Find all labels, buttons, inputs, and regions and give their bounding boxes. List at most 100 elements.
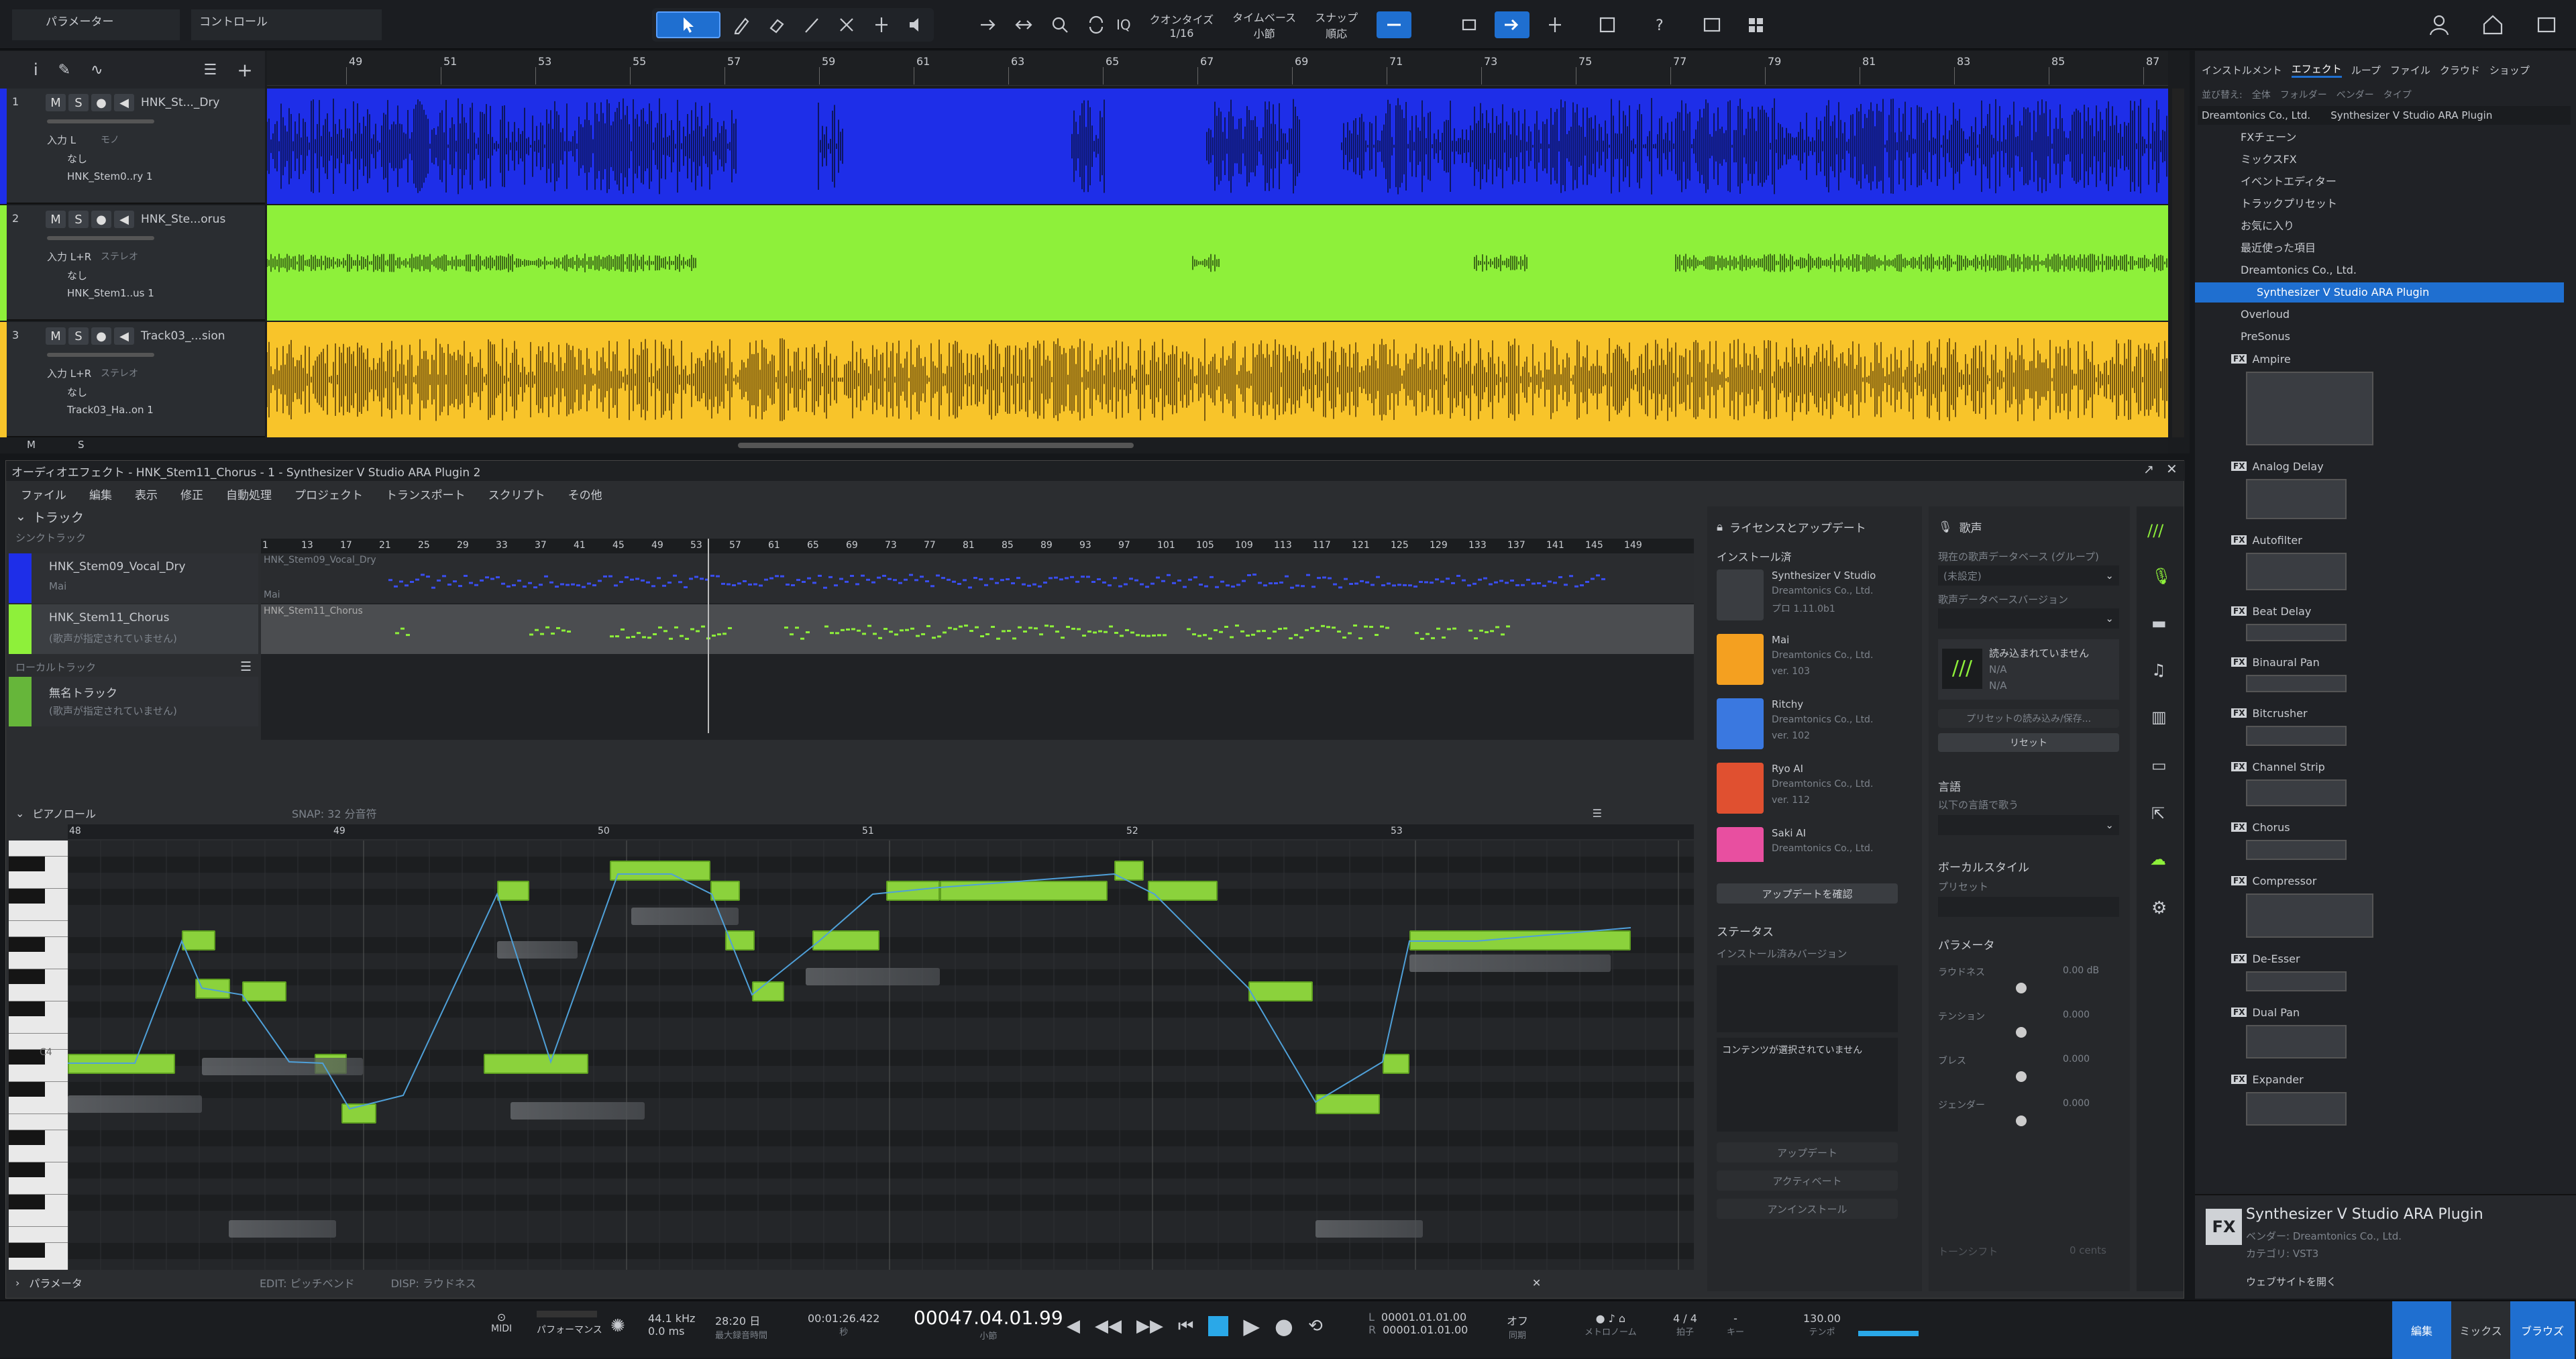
solo-button[interactable]: S <box>68 327 89 345</box>
uninstall-button[interactable]: アンインストール <box>1717 1199 1898 1219</box>
track-header-3[interactable]: 3 M S ● ◀ Track03_...sion 入力 L+R ステレオ なし Track03_… <box>0 322 265 437</box>
rewind-icon[interactable]: ◀◀ <box>1095 1316 1122 1336</box>
fx-item[interactable]: FX Channel Strip <box>2231 757 2325 777</box>
wrench-icon[interactable]: ✎ <box>58 62 70 78</box>
pencil-tool-button[interactable] <box>729 11 755 38</box>
grid-button[interactable] <box>1593 11 1622 38</box>
fx-item[interactable]: FX Chorus <box>2231 817 2290 837</box>
browser-tab[interactable]: インストルメント <box>2202 63 2282 77</box>
snap-select[interactable]: スナップ 順応 <box>1315 9 1358 41</box>
black-key[interactable] <box>9 1243 45 1258</box>
fx-item[interactable]: FX Dual Pan <box>2231 1002 2300 1022</box>
mix-page-tab[interactable]: ミックス <box>2451 1301 2510 1359</box>
plugin-menu-item[interactable]: スクリプト <box>488 486 545 502</box>
plugin-menu-item[interactable]: 編集 <box>89 486 112 502</box>
play-button[interactable]: ▶ <box>1243 1313 1260 1339</box>
browser-tree-item[interactable]: トラックプリセット <box>2195 194 2564 214</box>
white-key[interactable] <box>9 921 68 937</box>
quantize-select[interactable]: クオンタイズ 1/16 <box>1150 11 1214 40</box>
voice-item[interactable]: Mai Dreamtonics Co., Ltd. ver. 103 <box>1717 631 1911 693</box>
white-key[interactable] <box>9 1179 68 1195</box>
browser-tree-item[interactable]: Dreamtonics Co., Ltd. <box>2195 260 2564 280</box>
key-display[interactable]: - キー <box>1727 1312 1744 1338</box>
export-sidebar-icon[interactable]: ⇱ <box>2151 804 2165 823</box>
piano-collapse-icon[interactable]: ⌄ <box>15 807 24 820</box>
browser-tree-item[interactable]: Synthesizer V Studio ARA Plugin <box>2195 282 2564 303</box>
slider-knob[interactable] <box>2016 1116 2027 1126</box>
track-lane-3[interactable] <box>267 322 2168 437</box>
sync-track-2[interactable]: HNK_Stem11_Chorus (歌声が指定されていません) <box>9 604 258 654</box>
browser-tree-item[interactable]: PreSonus <box>2195 327 2564 347</box>
plugin-menu-item[interactable]: その他 <box>568 486 602 502</box>
gear-sidebar-icon[interactable]: ⚙ <box>2151 898 2167 918</box>
slider-knob[interactable] <box>2016 1027 2027 1038</box>
mute-button[interactable]: M <box>46 211 66 228</box>
zoom-tool-button[interactable] <box>1046 11 1073 38</box>
seconds-display[interactable]: 00:01:26.422 秒 <box>808 1312 879 1338</box>
voice-item[interactable]: Synthesizer V Studio Dreamtonics Co., Ltd… <box>1717 567 1911 629</box>
mute-button[interactable]: M <box>46 327 66 345</box>
browser-sort-item[interactable]: フォルダー <box>2280 88 2327 101</box>
window-button[interactable] <box>2533 11 2560 38</box>
send-label[interactable]: なし <box>67 152 87 166</box>
piano-keyboard[interactable] <box>9 840 68 1270</box>
track-name[interactable]: Track03_...sion <box>141 329 225 343</box>
layout-button[interactable] <box>1737 11 1775 38</box>
vertical-scrollbar[interactable] <box>2172 89 2184 437</box>
record-arm-button[interactable]: ● <box>91 327 111 345</box>
black-key[interactable] <box>9 1195 45 1209</box>
library-sidebar-icon[interactable]: ▥ <box>2151 708 2167 726</box>
monitor-button[interactable]: ◀ <box>114 211 134 228</box>
paint-tool-button[interactable] <box>798 11 825 38</box>
monitor-button[interactable]: ◀ <box>114 94 134 111</box>
output-label[interactable]: HNK_Stem0..ry 1 <box>67 170 153 182</box>
browser-tree-item[interactable]: お気に入り <box>2195 216 2564 236</box>
goto-start-icon[interactable]: ⏮ <box>1178 1316 1193 1337</box>
help-button[interactable]: ? <box>1645 11 1674 38</box>
volume-fader[interactable] <box>47 353 154 357</box>
mic-sidebar-icon[interactable]: 🎙︎ <box>2151 567 2171 586</box>
volume-fader[interactable] <box>47 236 154 240</box>
open-website-link[interactable]: ウェブサイトを開く <box>2246 1274 2337 1289</box>
listen-tool-button[interactable] <box>903 11 930 38</box>
white-key[interactable] <box>9 985 68 1001</box>
reset-button[interactable]: リセット <box>1938 733 2119 752</box>
browser-tree-item[interactable]: ミックスFX <box>2195 150 2564 170</box>
local-track[interactable]: 無名トラック (歌声が指定されていません) <box>9 677 258 726</box>
black-key[interactable] <box>9 1001 45 1016</box>
position-display[interactable]: 00047.04.01.99 小節 <box>914 1307 1063 1342</box>
white-key[interactable] <box>9 1146 68 1162</box>
preset-select[interactable] <box>1938 897 2119 917</box>
record-arm-button[interactable]: ● <box>91 211 111 228</box>
plugin-menu-item[interactable]: 表示 <box>135 486 158 502</box>
browser-sort-item[interactable]: ベンダー <box>2337 88 2374 101</box>
time-signature[interactable]: 4 / 4 拍子 <box>1673 1312 1697 1338</box>
white-key[interactable] <box>9 1018 68 1034</box>
output-label[interactable]: HNK_Stem1..us 1 <box>67 287 154 299</box>
slider-knob[interactable] <box>2016 983 2027 993</box>
fx-item[interactable]: FX Autofilter <box>2231 530 2302 550</box>
voice-db-select[interactable]: (未設定) ⌄ <box>1938 565 2119 586</box>
info-icon[interactable]: i <box>34 60 38 79</box>
browser-tree-item[interactable]: Overloud <box>2195 305 2564 325</box>
track-lane-1[interactable] <box>267 89 2168 204</box>
bend-tool-button[interactable] <box>974 11 1001 38</box>
master-volume[interactable] <box>1858 1331 1919 1336</box>
iq-button[interactable]: IQ <box>1116 17 1131 33</box>
browser-tree-item[interactable]: FXチェーン <box>2195 127 2564 148</box>
white-key[interactable] <box>9 1114 68 1130</box>
eraser-tool-button[interactable] <box>763 11 790 38</box>
prev-marker-icon[interactable]: ◀ <box>1067 1316 1080 1336</box>
plugin-menu-item[interactable]: 修正 <box>180 486 203 502</box>
home-button[interactable] <box>2479 11 2506 38</box>
voice-item[interactable]: Saki AI Dreamtonics Co., Ltd. <box>1717 824 1911 862</box>
record-button[interactable]: ● <box>1275 1313 1293 1339</box>
preset-load-button[interactable]: プリセットの読み込み/保存... <box>1938 709 2119 728</box>
plugin-menu-item[interactable]: 自動処理 <box>226 486 272 502</box>
plugin-menu-item[interactable]: ファイル <box>21 486 66 502</box>
close-icon[interactable]: ✕ <box>2166 461 2178 477</box>
white-key[interactable] <box>9 1098 68 1114</box>
footer-mute[interactable]: M <box>27 439 36 451</box>
crumb-vendor[interactable]: Dreamtonics Co., Ltd. <box>2202 109 2310 121</box>
white-key[interactable] <box>9 1066 68 1082</box>
